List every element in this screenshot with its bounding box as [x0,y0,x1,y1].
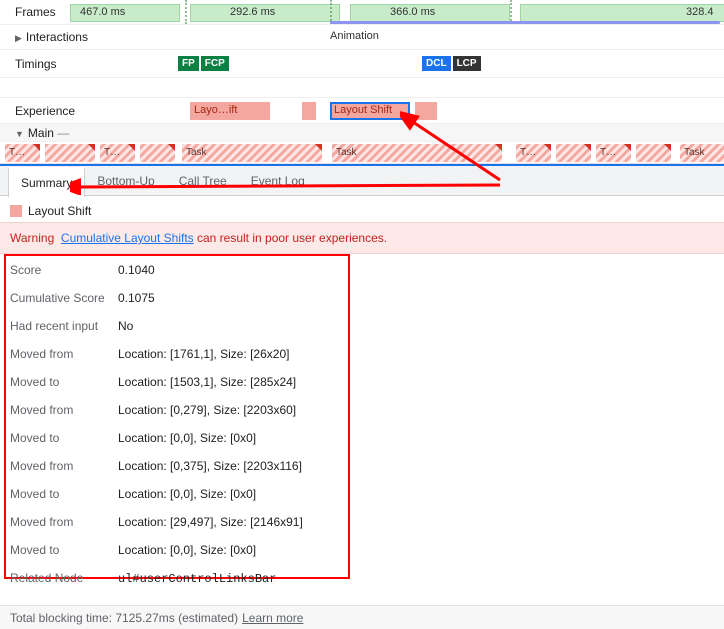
task-block[interactable]: T… [516,144,551,162]
detail-value: Location: [29,497], Size: [2146x91] [118,515,303,529]
detail-row: Cumulative Score0.1075 [10,284,714,312]
task-block[interactable]: T… [596,144,631,162]
spacer-row [0,78,724,98]
total-blocking-time: Total blocking time: 7125.27ms (estimate… [10,611,238,625]
detail-row: Moved fromLocation: [0,375], Size: [2203… [10,452,714,480]
detail-value: Location: [1761,1], Size: [26x20] [118,347,289,361]
details-pane: Score0.1040Cumulative Score0.1075Had rec… [0,254,724,603]
animation-bar[interactable] [330,21,720,24]
detail-value: Location: [0,375], Size: [2203x116] [118,459,302,473]
detail-key: Cumulative Score [10,291,118,305]
summary-title-row: Layout Shift [0,196,724,222]
detail-row: Moved fromLocation: [1761,1], Size: [26x… [10,340,714,368]
warning-link[interactable]: Cumulative Layout Shifts [61,231,194,245]
detail-value: Location: [0,0], Size: [0x0] [118,431,256,445]
frame-value: 366.0 ms [390,6,435,18]
warning-label: Warning [10,231,54,245]
detail-key: Score [10,263,118,277]
detail-key: Moved from [10,459,118,473]
arrow-icon [400,110,520,190]
interactions-track[interactable]: Animation [170,25,724,49]
interactions-label: ▶Interactions [0,30,170,44]
related-node-link[interactable]: ul#userControlLinksBar [118,572,276,586]
detail-row: Moved toLocation: [0,0], Size: [0x0] [10,536,714,564]
timings-label: Timings [0,57,170,71]
detail-key: Moved to [10,543,118,557]
animation-label: Animation [330,30,379,42]
detail-key: Related Node [10,571,118,585]
detail-value: Location: [1503,1], Size: [285x24] [118,375,296,389]
detail-value: Location: [0,279], Size: [2203x60] [118,403,296,417]
detail-key: Had recent input [10,319,118,333]
task-block[interactable]: T… [5,144,40,162]
detail-key: Moved to [10,375,118,389]
detail-row: Had recent inputNo [10,312,714,340]
detail-row: Score0.1040 [10,256,714,284]
detail-row: Moved toLocation: [0,0], Size: [0x0] [10,424,714,452]
detail-value: No [118,319,133,333]
detail-value: Location: [0,0], Size: [0x0] [118,543,256,557]
detail-key: Moved from [10,515,118,529]
detail-value: 0.1075 [118,291,155,305]
timings-row: Timings FPFCP DCLLCP [0,50,724,78]
warning-text: can result in poor user experiences. [194,231,387,245]
collapse-icon[interactable]: ▼ [15,129,24,139]
task-block[interactable] [556,144,591,162]
detail-row-related-node: Related Nodeul#userControlLinksBar [10,564,714,593]
detail-row: Moved fromLocation: [29,497], Size: [214… [10,508,714,536]
detail-value: 0.1040 [118,263,155,277]
summary-title: Layout Shift [28,204,91,218]
fcp-badge[interactable]: FCP [201,56,229,71]
footer-bar: Total blocking time: 7125.27ms (estimate… [0,605,724,629]
frame-value: 292.6 ms [230,6,275,18]
warning-strip: Warning Cumulative Layout Shifts can res… [0,222,724,254]
timings-track[interactable]: FPFCP DCLLCP [170,50,724,77]
interactions-row: ▶Interactions Animation [0,25,724,50]
task-block[interactable] [636,144,671,162]
detail-key: Moved to [10,487,118,501]
detail-value: Location: [0,0], Size: [0x0] [118,487,256,501]
expand-icon[interactable]: ▶ [15,33,22,44]
detail-key: Moved to [10,431,118,445]
fp-badge[interactable]: FP [178,56,199,71]
detail-row: Moved toLocation: [0,0], Size: [0x0] [10,480,714,508]
learn-more-link[interactable]: Learn more [242,611,303,625]
detail-key: Moved from [10,347,118,361]
frame-value: 467.0 ms [80,6,125,18]
task-block[interactable]: Task [680,144,724,162]
color-swatch-icon [10,205,22,217]
frame-value: 328.4 [686,6,714,18]
dcl-badge[interactable]: DCL [422,56,451,71]
detail-row: Moved fromLocation: [0,279], Size: [2203… [10,396,714,424]
detail-row: Moved toLocation: [1503,1], Size: [285x2… [10,368,714,396]
detail-key: Moved from [10,403,118,417]
lcp-badge[interactable]: LCP [453,56,481,71]
